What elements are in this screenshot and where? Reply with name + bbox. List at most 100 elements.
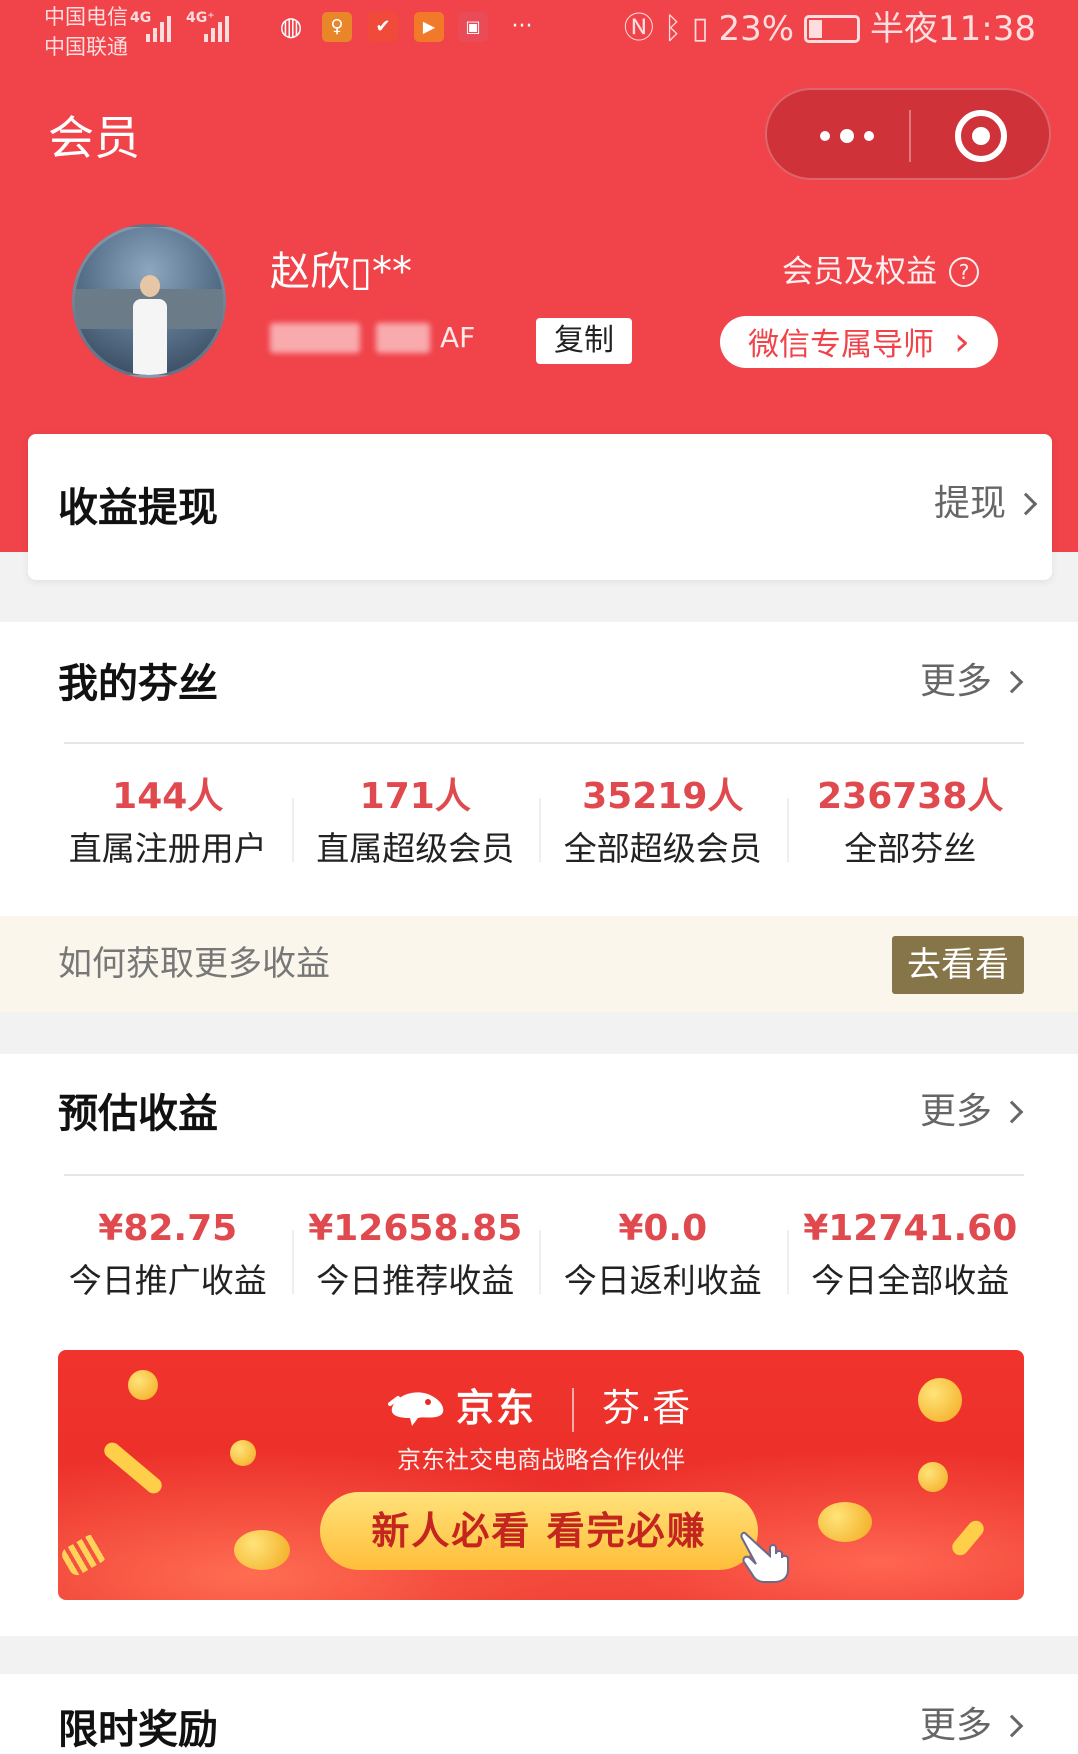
withdraw-link[interactable]: 提现 [933, 476, 1038, 532]
earnings-stat-value: ¥0.0 [618, 1208, 708, 1249]
fans-stat-value: 171人 [359, 776, 471, 817]
fans-more-label: 更多 [919, 661, 992, 702]
fans-stat[interactable]: 171人 直属超级会员 [291, 772, 540, 876]
chevron-right-icon [1000, 670, 1024, 694]
fans-stat[interactable]: 35219人 全部超级会员 [539, 772, 787, 876]
carrier-label-1: 中国电信 [44, 5, 128, 29]
wechat-tutor-label: 微信专属导师 [748, 327, 935, 363]
ribbon-decoration [59, 1532, 109, 1578]
withdraw-title: 收益提现 [58, 485, 218, 531]
earnings-stat[interactable]: ¥82.75 今日推广收益 [44, 1204, 292, 1308]
chevron-right-icon: › [953, 319, 970, 365]
fans-stat-value: 236738人 [817, 776, 1004, 817]
status-right: Ⓝ ᛒ ▯ 23% 半夜11:38 [624, 4, 1036, 54]
pointer-hand-icon [740, 1531, 789, 1583]
dot-icon [840, 129, 854, 143]
id-redacted [270, 323, 360, 353]
wechat-tutor-button[interactable]: 微信专属导师 › [720, 316, 998, 368]
vibrate-icon: ▯ [691, 11, 709, 46]
fans-stats: 144人 直属注册用户 171人 直属超级会员 35219人 全部超级会员 23… [44, 772, 1034, 876]
bluetooth-icon: ᛒ [663, 11, 682, 46]
chevron-right-icon [1000, 1714, 1024, 1738]
brand-separator [572, 1388, 574, 1432]
copy-button[interactable]: 复制 [536, 318, 632, 364]
member-rights-link[interactable]: 会员及权益 ? [782, 250, 979, 294]
earnings-title: 预估收益 [58, 1091, 218, 1137]
close-miniprogram-icon[interactable] [955, 110, 1007, 162]
go-look-button[interactable]: 去看看 [892, 936, 1024, 994]
withdraw-card: 收益提现 提现 [28, 434, 1052, 580]
more-menu-button[interactable] [807, 90, 887, 182]
page-title: 会员 [48, 111, 140, 165]
fans-more-link[interactable]: 更多 [919, 654, 1024, 710]
carrier-label-2: 中国联通 [44, 35, 128, 59]
member-rights-label: 会员及权益 [782, 254, 937, 290]
earnings-stats: ¥82.75 今日推广收益 ¥12658.85 今日推荐收益 ¥0.0 今日返利… [44, 1204, 1034, 1308]
earnings-more-link[interactable]: 更多 [920, 1084, 1024, 1140]
earnings-stat-value: ¥82.75 [98, 1208, 238, 1249]
carrier-labels: 中国电信 中国联通 [44, 2, 128, 62]
withdraw-link-label: 提现 [933, 483, 1006, 524]
dot-icon [820, 131, 830, 141]
coin-decoration [818, 1502, 872, 1542]
fans-stat[interactable]: 144人 直属注册用户 [44, 772, 292, 876]
capsule-divider [909, 110, 911, 162]
avatar[interactable] [72, 224, 226, 378]
chevron-right-icon [1014, 492, 1038, 516]
nfc-icon: Ⓝ [623, 11, 654, 46]
user-id-suffix: AF [440, 321, 476, 354]
coin-decoration [128, 1370, 158, 1400]
avatar-figure [133, 275, 167, 375]
app-icon: ✔ [368, 12, 398, 42]
fans-stat-label: 全部芬丝 [844, 829, 977, 868]
divider [64, 1174, 1024, 1176]
video-icon: ▶ [414, 12, 444, 42]
status-bar: 中国电信 中国联通 4G 4G⁺ ◍ ♀ ✔ ▶ ▣ ··· Ⓝ ᛒ ▯ 23%… [0, 0, 1078, 60]
ribbon-decoration [949, 1517, 987, 1559]
section-gap [0, 1636, 1078, 1674]
earnings-stat[interactable]: ¥12741.60 今日全部收益 [786, 1204, 1035, 1308]
jd-dog-icon [388, 1392, 444, 1426]
miniprogram-capsule [765, 88, 1051, 180]
rewards-title: 限时奖励 [58, 1707, 218, 1753]
help-icon[interactable]: ? [949, 257, 979, 287]
dot-icon [864, 131, 874, 141]
partner-brand-text: 芬.香 [602, 1386, 691, 1430]
divider [64, 742, 1024, 744]
user-name: 赵欣▯** [270, 249, 413, 295]
jd-brand-text: 京东 [456, 1386, 537, 1430]
earnings-stat[interactable]: ¥12658.85 今日推荐收益 [291, 1204, 540, 1308]
app-icon: ♀ [322, 12, 352, 42]
fans-stat-label: 全部超级会员 [563, 829, 762, 868]
coin-decoration [918, 1378, 962, 1422]
battery-percent: 23% [718, 9, 795, 49]
banner-cta-button[interactable]: 新人必看 看完必赚 [320, 1492, 758, 1570]
user-id: AF [270, 318, 475, 358]
earnings-stat[interactable]: ¥0.0 今日返利收益 [539, 1204, 787, 1308]
chevron-right-icon [1000, 1100, 1024, 1124]
clock-time: 半夜11:38 [870, 9, 1036, 49]
fans-stat-value: 35219人 [582, 776, 744, 817]
jd-promo-banner[interactable]: 京东 芬.香 京东社交电商战略合作伙伴 新人必看 看完必赚 [58, 1350, 1024, 1600]
fans-title: 我的芬丝 [58, 661, 218, 707]
earnings-stat-label: 今日返利收益 [563, 1261, 762, 1300]
earnings-stat-label: 今日推广收益 [68, 1261, 267, 1300]
fans-stat-value: 144人 [112, 776, 224, 817]
earnings-stat-value: ¥12741.60 [803, 1208, 1018, 1249]
wechat-icon: ◍ [279, 12, 303, 42]
rewards-section: 限时奖励 更多 [0, 1674, 1078, 1754]
rewards-more-label: 更多 [919, 1705, 992, 1746]
signal-2-icon [204, 10, 229, 42]
fans-stat-label: 直属注册用户 [68, 829, 267, 868]
fans-stat[interactable]: 236738人 全部芬丝 [786, 772, 1035, 876]
rewards-more-link[interactable]: 更多 [919, 1698, 1024, 1754]
section-gap [0, 1012, 1078, 1054]
app-icon: ▣ [458, 12, 488, 42]
signal-1-icon [146, 10, 171, 42]
fans-stat-label: 直属超级会员 [316, 829, 515, 868]
more-notifications-icon: ··· [511, 14, 533, 39]
battery-icon [804, 15, 861, 43]
earnings-stat-label: 今日全部收益 [811, 1261, 1010, 1300]
id-redacted [376, 323, 430, 353]
earnings-stat-label: 今日推荐收益 [316, 1261, 515, 1300]
